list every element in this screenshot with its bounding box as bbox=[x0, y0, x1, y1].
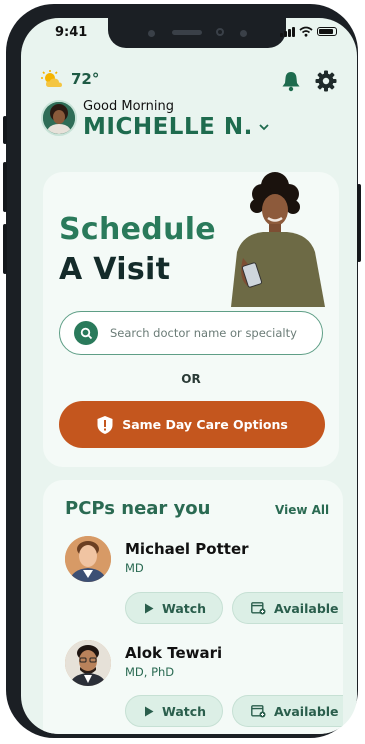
doctor-name[interactable]: Michael Potter bbox=[125, 540, 249, 558]
hero-title-line1: Schedule bbox=[59, 212, 216, 247]
schedule-visit-card: Schedule A Visit Search doctor name or s… bbox=[43, 172, 339, 467]
calendar-plus-icon bbox=[251, 705, 266, 718]
search-icon bbox=[74, 321, 98, 345]
signal-icon bbox=[280, 26, 295, 37]
watch-label: Watch bbox=[162, 703, 207, 719]
doctor-credentials: MD, PhD bbox=[125, 665, 175, 679]
status-icons bbox=[280, 26, 337, 37]
user-avatar[interactable] bbox=[41, 100, 77, 136]
woman-with-phone-illustration bbox=[231, 172, 325, 307]
temperature: 72° bbox=[71, 70, 100, 88]
or-divider: OR bbox=[181, 372, 201, 386]
chevron-down-icon bbox=[259, 124, 269, 131]
same-day-care-button[interactable]: Same Day Care Options bbox=[59, 401, 325, 448]
play-icon bbox=[145, 706, 154, 716]
mute-switch bbox=[3, 116, 7, 144]
search-input[interactable] bbox=[108, 325, 322, 341]
settings-gear-icon[interactable] bbox=[315, 70, 337, 92]
user-name-dropdown[interactable]: MICHELLE N. bbox=[83, 114, 269, 140]
shield-alert-icon bbox=[97, 415, 113, 434]
watch-button[interactable]: Watch bbox=[125, 592, 223, 624]
pcps-section-title: PCPs near you bbox=[65, 498, 211, 519]
available-label: Available bbox=[274, 703, 339, 719]
user-name: MICHELLE N. bbox=[83, 114, 253, 140]
volume-up-button bbox=[3, 162, 7, 212]
doctor-photo[interactable] bbox=[65, 640, 111, 686]
greeting-text: Good Morning bbox=[83, 99, 174, 114]
view-all-link[interactable]: View All bbox=[275, 503, 329, 517]
available-button[interactable]: Available bbox=[232, 695, 343, 727]
notch bbox=[108, 18, 286, 48]
notification-bell-icon[interactable] bbox=[280, 70, 302, 92]
play-icon bbox=[145, 603, 154, 613]
power-button bbox=[357, 184, 361, 262]
wifi-icon bbox=[299, 26, 313, 37]
search-box[interactable] bbox=[59, 311, 323, 355]
calendar-plus-icon bbox=[251, 602, 266, 615]
doctor-credentials: MD bbox=[125, 561, 144, 575]
available-button[interactable]: Available bbox=[232, 592, 343, 624]
partly-sunny-icon bbox=[41, 70, 62, 87]
status-time: 9:41 bbox=[55, 25, 88, 40]
volume-down-button bbox=[3, 224, 7, 274]
pcps-near-you-card: PCPs near you View All Michael Potter MD… bbox=[43, 480, 343, 734]
doctor-photo[interactable] bbox=[65, 536, 111, 582]
weather-widget: 72° bbox=[41, 70, 99, 88]
watch-label: Watch bbox=[162, 600, 207, 616]
hero-title-line2: A Visit bbox=[59, 252, 171, 287]
phone-frame: 9:41 72° Good Morning MICHELLE N. Schedu… bbox=[3, 4, 361, 738]
available-label: Available bbox=[274, 600, 339, 616]
doctor-name[interactable]: Alok Tewari bbox=[125, 644, 222, 662]
same-day-care-label: Same Day Care Options bbox=[122, 417, 288, 432]
battery-icon bbox=[317, 27, 337, 36]
watch-button[interactable]: Watch bbox=[125, 695, 223, 727]
screen: 9:41 72° Good Morning MICHELLE N. Schedu… bbox=[21, 18, 357, 734]
